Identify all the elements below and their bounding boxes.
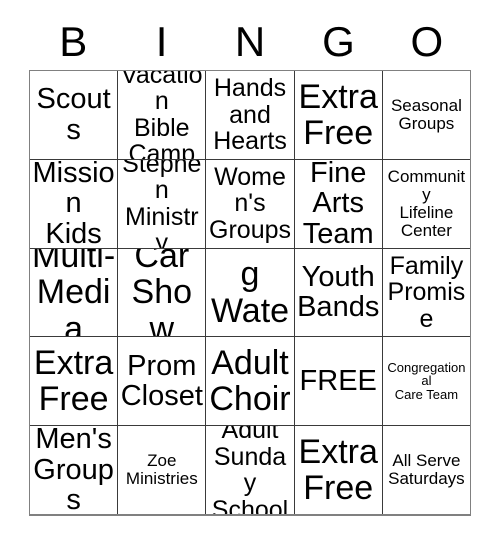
bingo-cell-free-space[interactable]: FREE <box>293 337 382 426</box>
bingo-cell[interactable]: Stephen Ministry <box>117 159 206 248</box>
bingo-cell[interactable]: Adult Choir <box>205 337 294 426</box>
header-letter-n: N <box>234 18 266 65</box>
bingo-cell[interactable]: Extra Free <box>30 337 118 426</box>
bingo-cell[interactable]: Youth Bands <box>293 248 382 337</box>
bingo-cell[interactable]: Community Lifeline Center <box>381 159 471 248</box>
bingo-cell[interactable]: Living Water <box>205 248 294 337</box>
bingo-cell-label: Vacation Bible Camp <box>121 71 203 159</box>
bingo-cell[interactable]: Prom Closet <box>117 337 206 426</box>
bingo-cell-label: FREE <box>299 364 377 397</box>
bingo-cell-label: Hands and Hearts <box>213 74 287 156</box>
bingo-cell-label: Zoe Ministries <box>125 451 198 489</box>
bingo-cell[interactable]: Fine Arts Team <box>293 159 382 248</box>
bingo-row: Scouts Vacation Bible Camp Hands and Hea… <box>30 71 471 159</box>
header-letter-i: I <box>155 18 168 65</box>
bingo-cell-label: Extra Free <box>298 77 378 152</box>
bingo-cell-label: Mission Kids <box>32 159 115 248</box>
bingo-cell-label: Men's Groups <box>33 426 114 514</box>
bingo-cell-label: All Serve Saturdays <box>388 451 465 489</box>
bingo-cell-label: Car Show <box>131 248 193 337</box>
bingo-cell[interactable]: Men's Groups <box>30 426 118 514</box>
bingo-card: B I N G O Scouts Vacation Bible Camp Han… <box>0 0 500 544</box>
bingo-cell[interactable]: Scouts <box>30 71 118 159</box>
bingo-cell-label: Living Water <box>210 249 290 337</box>
bingo-cell[interactable]: Hands and Hearts <box>205 71 294 159</box>
bingo-cell[interactable]: Mission Kids <box>30 159 118 248</box>
header-letter-g: G <box>322 18 355 65</box>
bingo-cell[interactable]: Extra Free <box>293 71 382 159</box>
bingo-cell[interactable]: Multi- Media <box>30 248 118 337</box>
bingo-cell-label: Extra Free <box>33 344 114 419</box>
bingo-cell[interactable]: Extra Free <box>293 426 382 514</box>
bingo-grid: Scouts Vacation Bible Camp Hands and Hea… <box>29 70 471 516</box>
bingo-cell-label: Seasonal Groups <box>390 95 462 133</box>
bingo-cell-label: Stephen Ministry <box>122 159 202 248</box>
bingo-cell[interactable]: Zoe Ministries <box>117 426 206 514</box>
bingo-cell[interactable]: Congregational Care Team <box>381 337 471 426</box>
bingo-cell[interactable]: Car Show <box>117 248 206 337</box>
bingo-row: Extra Free Prom Closet Adult Choir FREE … <box>30 336 471 426</box>
header-letter-o: O <box>410 18 444 65</box>
bingo-cell-label: Congregational Care Team <box>387 359 466 403</box>
bingo-row: Mission Kids Stephen Ministry Women's Gr… <box>30 158 471 248</box>
bingo-cell[interactable]: Women's Groups <box>205 159 294 248</box>
bingo-cell-label: Multi- Media <box>32 248 116 337</box>
bingo-cell-label: Prom Closet <box>120 349 203 413</box>
bingo-header-letters: B I N G O <box>29 14 471 70</box>
bingo-cell-label: Extra Free <box>298 433 378 508</box>
bingo-cell[interactable]: Adult Sunday School <box>205 426 294 514</box>
bingo-cell-label: Youth Bands <box>297 260 380 324</box>
bingo-cell[interactable]: Family Promise <box>381 248 471 337</box>
bingo-cell[interactable]: All Serve Saturdays <box>381 426 471 514</box>
bingo-cell-label: Women's Groups <box>209 162 291 244</box>
bingo-cell-label: Adult Sunday School <box>211 426 289 514</box>
bingo-row: Men's Groups Zoe Ministries Adult Sunday… <box>30 425 471 514</box>
bingo-cell-label: Adult Choir <box>209 344 291 419</box>
bingo-cell-label: Scouts <box>36 83 111 146</box>
bingo-cell[interactable]: Seasonal Groups <box>381 71 471 159</box>
bingo-cell[interactable]: Vacation Bible Camp <box>117 71 206 159</box>
bingo-cell-label: Community Lifeline Center <box>387 166 466 240</box>
bingo-cell-label: Family Promise <box>387 251 466 333</box>
bingo-row: Multi- Media Car Show Living Water Youth… <box>30 247 471 337</box>
bingo-cell-label: Fine Arts Team <box>302 159 374 248</box>
header-letter-b: B <box>59 18 88 65</box>
